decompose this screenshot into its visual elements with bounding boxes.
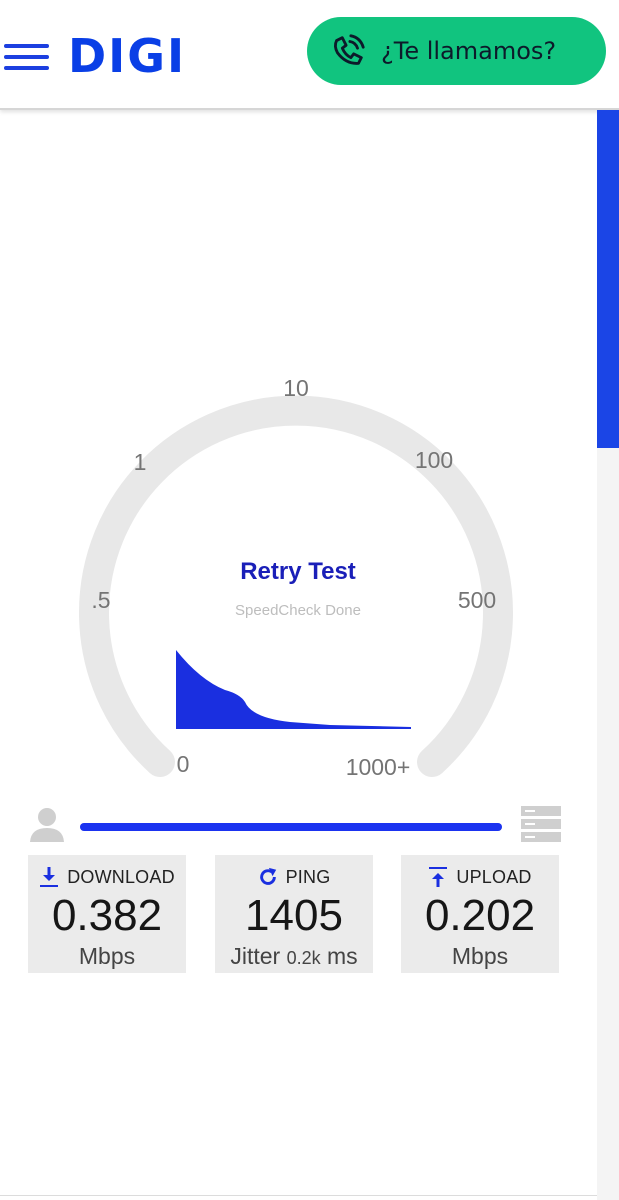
ping-value: 1405: [245, 891, 343, 940]
gauge-tick-label: 0: [177, 751, 190, 777]
user-icon: [30, 808, 64, 842]
jitter-line: Jitter 0.2k ms: [215, 943, 373, 970]
phone-ringing-icon: [333, 34, 365, 65]
upload-result-card: UPLOAD 0.202 Mbps: [401, 855, 559, 973]
divider: [0, 1195, 597, 1196]
jitter-value: 0.2k: [286, 948, 321, 968]
test-status-text: SpeedCheck Done: [235, 602, 361, 619]
retry-test-button[interactable]: Retry Test: [198, 558, 398, 586]
jitter-unit: ms: [326, 943, 358, 969]
gauge-tick-label: 500: [458, 587, 496, 613]
download-value: 0.382: [51, 891, 163, 940]
upload-unit: Mbps: [451, 943, 509, 969]
gauge-tick-label: 100: [415, 447, 453, 473]
scrollbar-thumb[interactable]: [597, 110, 619, 448]
jitter-label: Jitter: [230, 943, 281, 969]
gauge-tick-label: .5: [91, 587, 110, 613]
gauge-tick-label: 1: [134, 449, 147, 475]
refresh-icon: [259, 867, 276, 885]
digi-logo[interactable]: DIGI: [68, 28, 186, 84]
server-icon: [521, 806, 561, 842]
menu-icon[interactable]: [4, 40, 50, 74]
site-header: DIGI ¿Te llamamos?: [0, 0, 619, 110]
upload-label: UPLOAD: [456, 866, 532, 887]
call-me-button[interactable]: ¿Te llamamos?: [307, 17, 606, 85]
upload-value: 0.202: [424, 891, 536, 940]
call-me-label: ¿Te llamamos?: [381, 37, 557, 65]
speed-gauge: 10 1 100 .5 500 0 1000+: [79, 375, 513, 780]
download-unit: Mbps: [78, 943, 136, 969]
speed-history-graph: [176, 650, 411, 729]
gauge-tick-label: 1000+: [346, 754, 411, 780]
upload-arrow-icon: [429, 867, 448, 887]
test-progress-fill: [80, 823, 502, 831]
download-arrow-icon: [40, 867, 59, 887]
ping-result-card: PING 1405 Jitter 0.2k ms: [215, 855, 373, 973]
download-result-card: DOWNLOAD 0.382 Mbps: [28, 855, 186, 973]
test-progress-bar: [80, 823, 502, 831]
ping-label: PING: [285, 866, 331, 887]
gauge-tick-label: 10: [283, 375, 309, 401]
download-label: DOWNLOAD: [67, 866, 175, 887]
